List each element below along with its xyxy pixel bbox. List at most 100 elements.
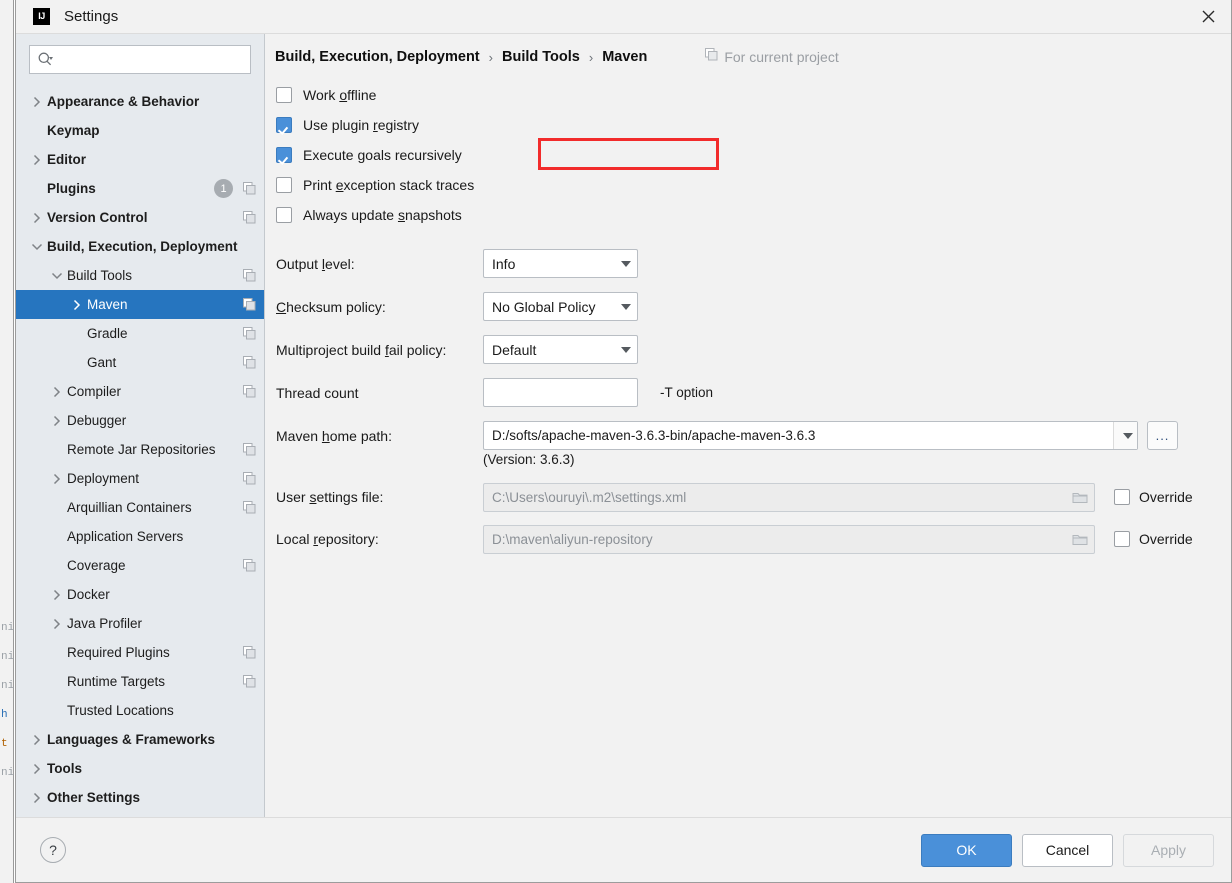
- checkbox-row-print-exception-stack-traces[interactable]: Print exception stack traces: [276, 170, 1231, 200]
- output-level-combo[interactable]: Info: [483, 249, 638, 278]
- folder-icon[interactable]: [1066, 532, 1094, 546]
- local-repository-field[interactable]: D:\maven\aliyun-repository: [483, 525, 1095, 554]
- copy-settings-icon[interactable]: [243, 356, 256, 369]
- copy-settings-icon[interactable]: [243, 472, 256, 485]
- chevron-right-icon[interactable]: [47, 589, 67, 601]
- checkbox-row-work-offline[interactable]: Work offline: [276, 80, 1231, 110]
- sidebar-item-runtime-targets[interactable]: Runtime Targets: [16, 667, 264, 696]
- form-row-local-repository: Local repository: D:\maven\aliyun-reposi…: [276, 518, 1231, 560]
- chevron-down-icon[interactable]: [47, 272, 67, 280]
- copy-settings-icon[interactable]: [243, 298, 256, 311]
- breadcrumb-item-0[interactable]: Build, Execution, Deployment: [275, 49, 480, 65]
- sidebar-item-gradle[interactable]: Gradle: [16, 319, 264, 348]
- breadcrumb-item-1[interactable]: Build Tools: [502, 49, 580, 65]
- sidebar-item-arquillian-containers[interactable]: Arquillian Containers: [16, 493, 264, 522]
- chevron-right-icon[interactable]: [27, 154, 47, 166]
- checkbox-row-execute-goals-recursively[interactable]: Execute goals recursively: [276, 140, 1231, 170]
- sidebar-item-label: Editor: [47, 152, 86, 167]
- chevron-right-icon[interactable]: [27, 792, 47, 804]
- copy-settings-icon[interactable]: [243, 269, 256, 282]
- sidebar-item-java-profiler[interactable]: Java Profiler: [16, 609, 264, 638]
- help-button[interactable]: ?: [40, 837, 66, 863]
- breadcrumb-item-2: Maven: [602, 49, 647, 65]
- chevron-down-icon[interactable]: [27, 243, 47, 251]
- sidebar-item-editor[interactable]: Editor: [16, 145, 264, 174]
- copy-settings-icon[interactable]: [243, 182, 256, 195]
- sidebar-item-label: Keymap: [47, 123, 100, 138]
- chevron-right-icon[interactable]: [47, 618, 67, 630]
- sidebar-item-version-control[interactable]: Version Control: [16, 203, 264, 232]
- sidebar-item-coverage[interactable]: Coverage: [16, 551, 264, 580]
- form-row-checksum-policy: Checksum policy: No Global Policy: [276, 285, 1231, 328]
- local-repository-override-checkbox[interactable]: [1114, 531, 1130, 547]
- checkbox-use-plugin-registry[interactable]: [276, 117, 292, 133]
- sidebar-item-label: Build Tools: [67, 268, 132, 283]
- copy-settings-icon[interactable]: [243, 385, 256, 398]
- sidebar-item-languages-frameworks[interactable]: Languages & Frameworks: [16, 725, 264, 754]
- copy-settings-icon[interactable]: [243, 327, 256, 340]
- chevron-right-icon[interactable]: [27, 763, 47, 775]
- checkbox-work-offline[interactable]: [276, 87, 292, 103]
- user-settings-override-label: Override: [1139, 489, 1193, 505]
- chevron-down-icon[interactable]: [1113, 422, 1137, 449]
- form-row-maven-home-path: Maven home path: D:/softs/apache-maven-3…: [276, 414, 1231, 457]
- sidebar-item-application-servers[interactable]: Application Servers: [16, 522, 264, 551]
- copy-settings-icon[interactable]: [243, 443, 256, 456]
- sidebar-item-tools[interactable]: Tools: [16, 754, 264, 783]
- multiproject-fail-policy-combo[interactable]: Default: [483, 335, 638, 364]
- folder-icon[interactable]: [1066, 490, 1094, 504]
- chevron-right-icon[interactable]: [27, 734, 47, 746]
- chevron-right-icon[interactable]: [47, 415, 67, 427]
- sidebar-item-gant[interactable]: Gant: [16, 348, 264, 377]
- search-box[interactable]: [29, 45, 251, 74]
- copy-settings-icon[interactable]: [243, 559, 256, 572]
- copy-settings-icon[interactable]: [243, 211, 256, 224]
- checkbox-execute-goals-recursively[interactable]: [276, 147, 292, 163]
- user-settings-file-label: User settings file:: [276, 489, 483, 505]
- ok-button[interactable]: OK: [921, 834, 1012, 867]
- sidebar-item-other-settings[interactable]: Other Settings: [16, 783, 264, 812]
- search-input[interactable]: [57, 51, 243, 68]
- chevron-right-icon[interactable]: [47, 386, 67, 398]
- chevron-right-icon[interactable]: [27, 212, 47, 224]
- sidebar-item-trusted-locations[interactable]: Trusted Locations: [16, 696, 264, 725]
- maven-home-path-value[interactable]: D:/softs/apache-maven-3.6.3-bin/apache-m…: [484, 422, 1113, 449]
- close-icon[interactable]: [1185, 0, 1231, 33]
- thread-count-input[interactable]: [483, 378, 638, 407]
- sidebar-item-compiler[interactable]: Compiler: [16, 377, 264, 406]
- sidebar-item-docker[interactable]: Docker: [16, 580, 264, 609]
- sidebar-item-debugger[interactable]: Debugger: [16, 406, 264, 435]
- checkbox-label-execute-goals-recursively: Execute goals recursively: [303, 147, 462, 163]
- checkbox-always-update-snapshots[interactable]: [276, 207, 292, 223]
- user-settings-override-wrap[interactable]: Override: [1114, 489, 1193, 505]
- maven-home-path-combo[interactable]: D:/softs/apache-maven-3.6.3-bin/apache-m…: [483, 421, 1138, 450]
- sidebar-item-keymap[interactable]: Keymap: [16, 116, 264, 145]
- sidebar-item-build-execution-deployment[interactable]: Build, Execution, Deployment: [16, 232, 264, 261]
- maven-form-area: Output level: Info Checksum policy: No G…: [265, 242, 1231, 560]
- sidebar-item-appearance-behavior[interactable]: Appearance & Behavior: [16, 87, 264, 116]
- chevron-right-icon[interactable]: [67, 299, 87, 311]
- sidebar-item-plugins[interactable]: Plugins1: [16, 174, 264, 203]
- sidebar-item-deployment[interactable]: Deployment: [16, 464, 264, 493]
- background-code-fragment: ni: [1, 622, 14, 634]
- multiproject-fail-policy-label: Multiproject build fail policy:: [276, 342, 483, 358]
- checksum-policy-combo[interactable]: No Global Policy: [483, 292, 638, 321]
- cancel-button[interactable]: Cancel: [1022, 834, 1113, 867]
- copy-settings-icon[interactable]: [243, 501, 256, 514]
- checkbox-row-use-plugin-registry[interactable]: Use plugin registry: [276, 110, 1231, 140]
- sidebar-item-required-plugins[interactable]: Required Plugins: [16, 638, 264, 667]
- checkbox-row-always-update-snapshots[interactable]: Always update snapshots: [276, 200, 1231, 230]
- apply-button[interactable]: Apply: [1123, 834, 1214, 867]
- copy-settings-icon[interactable]: [243, 646, 256, 659]
- browse-button[interactable]: ...: [1147, 421, 1178, 450]
- chevron-right-icon[interactable]: [27, 96, 47, 108]
- sidebar-item-build-tools[interactable]: Build Tools: [16, 261, 264, 290]
- chevron-right-icon[interactable]: [47, 473, 67, 485]
- sidebar-item-remote-jar-repositories[interactable]: Remote Jar Repositories: [16, 435, 264, 464]
- copy-settings-icon[interactable]: [243, 675, 256, 688]
- checkbox-print-exception-stack-traces[interactable]: [276, 177, 292, 193]
- local-repository-override-wrap[interactable]: Override: [1114, 531, 1193, 547]
- user-settings-override-checkbox[interactable]: [1114, 489, 1130, 505]
- sidebar-item-maven[interactable]: Maven: [16, 290, 264, 319]
- user-settings-file-field[interactable]: C:\Users\ouruyi\.m2\settings.xml: [483, 483, 1095, 512]
